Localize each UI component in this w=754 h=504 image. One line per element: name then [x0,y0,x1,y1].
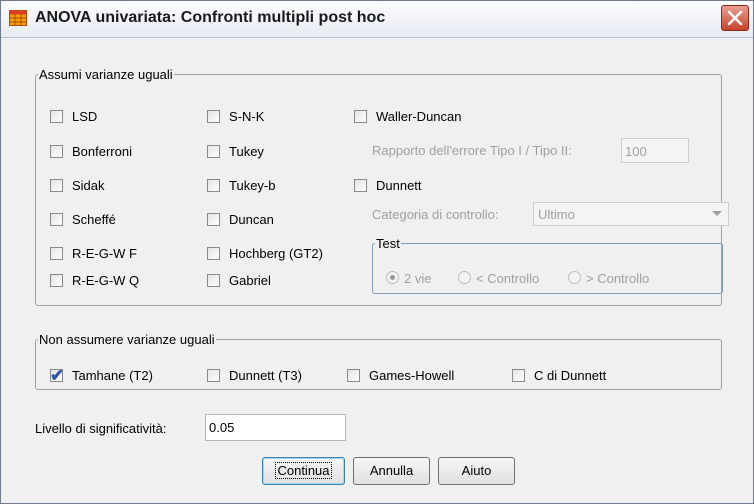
title-bar[interactable]: ANOVA univariata: Confronti multipli pos… [1,1,753,38]
unequal-variances-legend: Non assumere varianze uguali [39,332,215,347]
scheffe-checkbox-box[interactable] [50,213,63,226]
gabriel-checkbox-box[interactable] [207,274,220,287]
regwf-label: R-E-G-W F [72,246,137,261]
control-category-label: Categoria di controllo: [372,207,499,222]
test-legend: Test [376,236,400,251]
control-category-value: Ultimo [538,207,575,222]
close-icon [727,10,743,26]
gabriel-label: Gabriel [229,273,271,288]
regwf-checkbox-box[interactable] [50,247,63,260]
help-button-label: Aiuto [461,463,492,478]
dunnett-t3-label: Dunnett (T3) [229,368,302,383]
c-dunnett-label: C di Dunnett [534,368,607,383]
sidak-label: Sidak [72,178,105,193]
hochberg-checkbox-box[interactable] [207,247,220,260]
radio-two-sided-dot[interactable] [386,271,399,284]
radio-greater-than-control-label: > Controllo [586,271,650,286]
radio-less-than-control-label: < Controllo [476,271,540,286]
window-title: ANOVA univariata: Confronti multipli pos… [35,9,386,26]
equal-variances-legend: Assumi varianze uguali [39,67,173,82]
c-dunnett-checkbox-box[interactable] [512,369,525,382]
scheffe-label: Scheffé [72,212,116,227]
bonferroni-checkbox-box[interactable] [50,145,63,158]
table-icon [9,10,27,26]
error-ratio-input[interactable]: 100 [621,138,689,163]
regwq-checkbox-box[interactable] [50,274,63,287]
continue-button-label: Continua [275,462,332,479]
significance-input[interactable]: 0.05 [205,414,346,441]
duncan-label: Duncan [229,212,274,227]
sidak-checkbox-box[interactable] [50,179,63,192]
regwq-label: R-E-G-W Q [72,273,140,288]
significance-label: Livello di significatività: [35,421,167,436]
tukey-checkbox-box[interactable] [207,145,220,158]
tukey-b-label: Tukey-b [229,178,276,193]
help-button[interactable]: Aiuto [438,457,515,485]
dunnett-checkbox-box[interactable] [354,179,367,192]
dunnett-label: Dunnett [376,178,422,193]
continue-button[interactable]: Continua [262,457,345,485]
error-ratio-label: Rapporto dell'errore Tipo I / Tipo II: [372,143,572,158]
radio-less-than-control-dot[interactable] [458,271,471,284]
dialog-window: ANOVA univariata: Confronti multipli pos… [0,0,754,504]
tamhane-checkbox-box[interactable]: ✔ [50,366,65,385]
lsd-label: LSD [72,109,98,124]
control-category-select[interactable]: Ultimo [533,202,729,226]
radio-greater-than-control-dot[interactable] [568,271,581,284]
radio-two-sided-label: 2 vie [404,271,432,286]
snk-label: S-N-K [229,109,265,124]
games-howell-checkbox-box[interactable] [347,369,360,382]
dunnett-t3-checkbox-box[interactable] [207,369,220,382]
cancel-button[interactable]: Annulla [353,457,430,485]
waller-duncan-checkbox-box[interactable] [354,110,367,123]
hochberg-label: Hochberg (GT2) [229,246,323,261]
chevron-down-icon [712,211,722,216]
tukey-label: Tukey [229,144,264,159]
cancel-button-label: Annulla [369,463,414,478]
checkmark-icon: ✔ [50,366,65,385]
lsd-checkbox-box[interactable] [50,110,63,123]
games-howell-label: Games-Howell [369,368,455,383]
duncan-checkbox-box[interactable] [207,213,220,226]
waller-duncan-label: Waller-Duncan [376,109,462,124]
tamhane-label: Tamhane (T2) [72,368,153,383]
bonferroni-label: Bonferroni [72,144,132,159]
snk-checkbox-box[interactable] [207,110,220,123]
tukey-b-checkbox-box[interactable] [207,179,220,192]
close-button[interactable] [721,5,749,31]
